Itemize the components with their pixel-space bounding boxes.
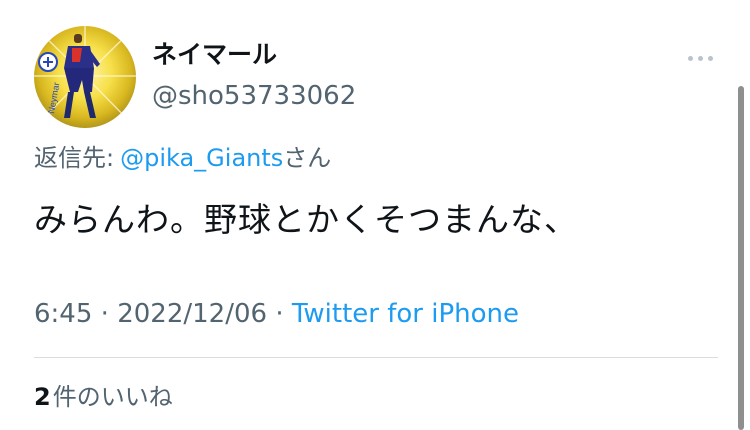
more-horizontal-icon-dot xyxy=(697,55,703,61)
display-name[interactable]: ネイマール xyxy=(152,40,277,70)
tweet-date[interactable]: 2022/12/06 xyxy=(117,299,267,329)
reply-to-line: 返信先: @pika_Giantsさん xyxy=(34,143,331,173)
more-options-button[interactable] xyxy=(680,46,720,70)
reply-suffix: さん xyxy=(283,144,332,172)
reply-prefix: 返信先: xyxy=(34,144,115,172)
svg-text:Neymar: Neymar xyxy=(46,82,61,115)
divider xyxy=(34,357,718,358)
scrollbar[interactable] xyxy=(738,86,744,430)
tweet-text: みらんわ。野球とかくそつまんな、 xyxy=(34,200,578,239)
tweet-time[interactable]: 6:45 xyxy=(34,299,92,329)
tweet-source-link[interactable]: Twitter for iPhone xyxy=(292,299,519,329)
more-horizontal-icon-dot xyxy=(687,55,693,61)
user-handle[interactable]: @sho53733062 xyxy=(152,81,356,111)
meta-separator: · xyxy=(100,299,109,329)
avatar[interactable]: Neymar xyxy=(34,26,136,128)
tweet-detail: Neymar ネイマール @sho53733062 返信先: @pika_Gian… xyxy=(0,0,750,430)
tweet-meta: 6:45 · 2022/12/06 · Twitter for iPhone xyxy=(34,298,519,330)
reply-mention-link[interactable]: @pika_Giants xyxy=(120,144,283,172)
avatar-image: Neymar xyxy=(34,26,136,128)
meta-separator: · xyxy=(275,299,284,329)
likes-label: 件のいいね xyxy=(52,383,173,411)
likes-count: 2 xyxy=(34,383,51,411)
likes-link[interactable]: 2件のいいね xyxy=(34,381,173,413)
more-horizontal-icon-dot xyxy=(707,55,713,61)
